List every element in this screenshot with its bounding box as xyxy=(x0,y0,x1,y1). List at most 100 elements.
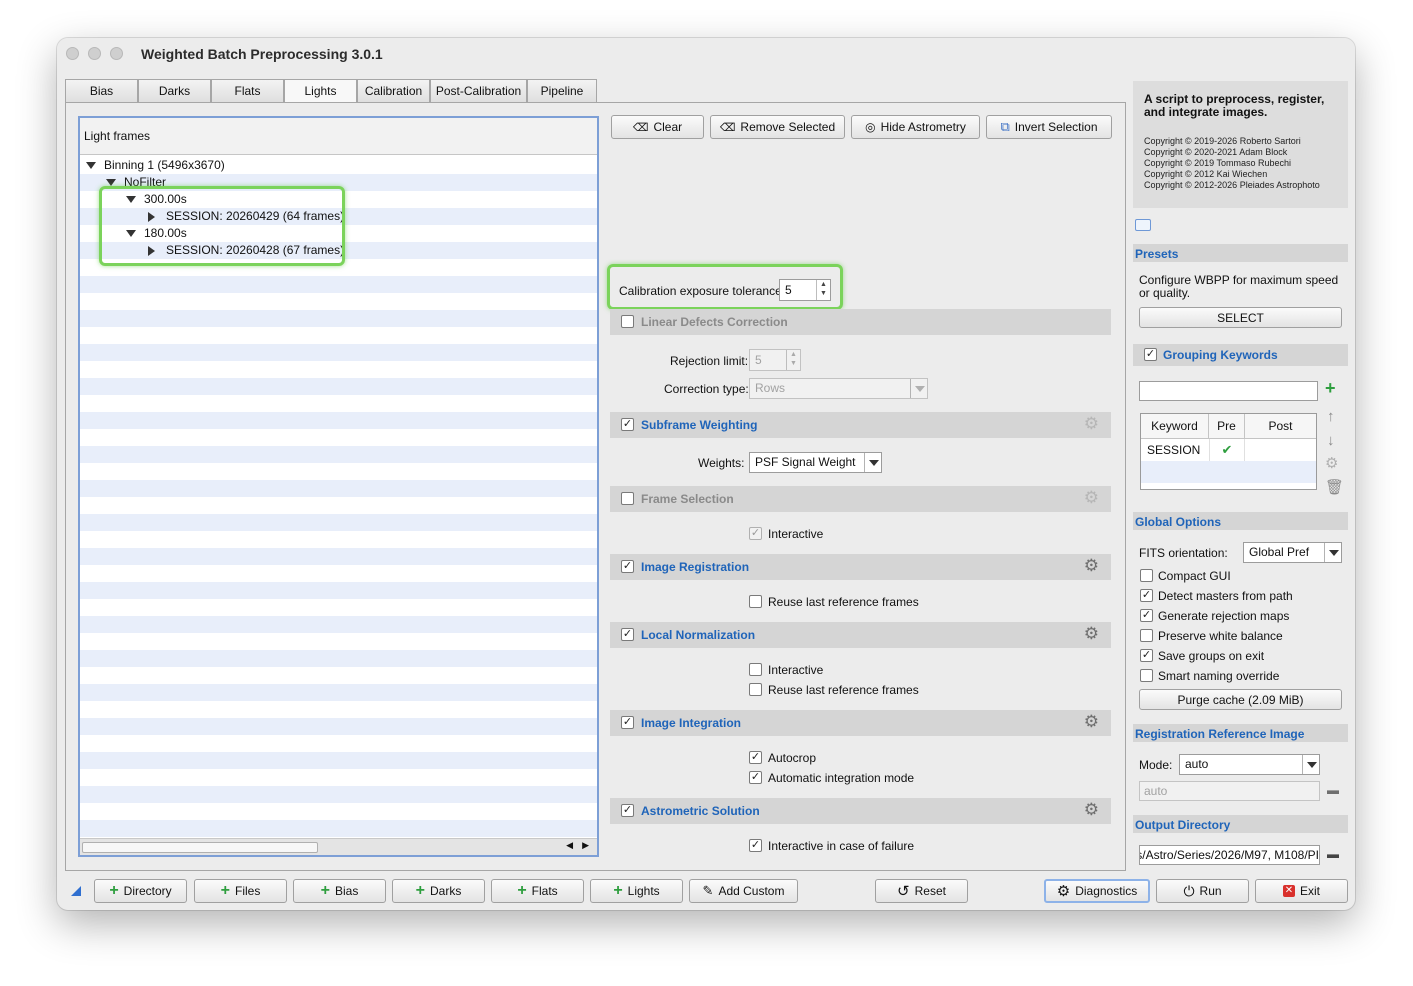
save-groups-checkbox[interactable]: ✓ xyxy=(1140,649,1153,662)
light-frames-tree[interactable]: Light frames Binning 1 (5496x3670) NoFil… xyxy=(78,116,599,857)
scroll-right-icon[interactable]: ▶ xyxy=(582,840,589,851)
add-directory-button[interactable]: + Directory xyxy=(94,879,187,903)
astrometric-solution-checkbox[interactable]: ✓ xyxy=(621,804,634,817)
tree-node-binning[interactable]: Binning 1 (5496x3670) xyxy=(80,157,597,174)
interactive-failure-checkbox[interactable]: ✓ xyxy=(749,839,762,852)
gear-icon[interactable]: ⚙ xyxy=(1084,801,1099,819)
tab-bias[interactable]: Bias xyxy=(65,79,138,103)
frame-selection-interactive-checkbox[interactable]: ✓ xyxy=(749,527,762,540)
chevron-down-icon xyxy=(1324,543,1341,562)
registration-reuse-checkbox[interactable] xyxy=(749,595,762,608)
frame-selection-checkbox[interactable] xyxy=(621,492,634,505)
image-registration-checkbox[interactable]: ✓ xyxy=(621,560,634,573)
image-integration-checkbox[interactable]: ✓ xyxy=(621,716,634,729)
local-normalization-checkbox[interactable]: ✓ xyxy=(621,628,634,641)
linear-defects-checkbox[interactable] xyxy=(621,315,634,328)
tab-pipeline[interactable]: Pipeline xyxy=(527,79,597,103)
gear-icon[interactable]: ⚙ xyxy=(1084,489,1099,507)
tree-node-exposure-180[interactable]: 180.00s xyxy=(80,225,597,242)
tolerance-spinner[interactable]: 5 ▲ ▼ xyxy=(779,279,831,301)
autocrop-checkbox[interactable]: ✓ xyxy=(749,751,762,764)
scroll-left-icon[interactable]: ◀ xyxy=(566,840,573,851)
comment-icon[interactable] xyxy=(1135,219,1151,231)
smart-naming-checkbox[interactable] xyxy=(1140,669,1153,682)
tab-lights[interactable]: Lights xyxy=(284,79,357,104)
tab-flats[interactable]: Flats xyxy=(211,79,284,103)
folder-icon[interactable]: ▬ xyxy=(1327,847,1339,862)
auto-integration-mode-checkbox[interactable]: ✓ xyxy=(749,771,762,784)
reference-image-path[interactable]: auto xyxy=(1139,781,1320,801)
expand-arrow-icon[interactable] xyxy=(126,196,136,204)
add-custom-button[interactable]: ✎ Add Custom xyxy=(689,879,798,903)
collapsed-arrow-icon[interactable] xyxy=(148,245,155,256)
col-header-keyword[interactable]: Keyword xyxy=(1141,414,1209,439)
correction-type-select[interactable]: Rows xyxy=(749,378,928,399)
tab-calibration[interactable]: Calibration xyxy=(357,79,430,103)
tab-post-calibration[interactable]: Post-Calibration xyxy=(430,79,527,103)
spinner-arrows-icon[interactable]: ▲ ▼ xyxy=(816,280,830,300)
add-bias-button[interactable]: + Bias xyxy=(293,879,386,903)
reset-button[interactable]: ↺ Reset xyxy=(875,879,968,903)
gear-icon[interactable]: ⚙ xyxy=(1084,415,1099,433)
subframe-weighting-checkbox[interactable]: ✓ xyxy=(621,418,634,431)
add-lights-button[interactable]: + Lights xyxy=(590,879,683,903)
add-darks-button[interactable]: + Darks xyxy=(392,879,485,903)
resize-grip-icon[interactable] xyxy=(71,886,81,896)
trash-icon[interactable]: 🗑 xyxy=(1325,480,1344,495)
output-directory-input[interactable]: s/Astro/Series/2026/M97, M108/PI xyxy=(1139,845,1320,865)
frame-selection-section: Frame Selection ⚙ xyxy=(610,486,1111,512)
add-files-button[interactable]: + Files xyxy=(194,879,287,903)
minimize-window-button[interactable] xyxy=(88,47,101,60)
col-header-post[interactable]: Post xyxy=(1245,414,1316,439)
diagnostics-button[interactable]: ⚙ Diagnostics xyxy=(1044,879,1150,903)
add-keyword-icon[interactable]: + xyxy=(1325,379,1336,397)
rejection-limit-spinner[interactable]: 5 ▲ ▼ xyxy=(749,349,801,371)
grouping-keywords-checkbox[interactable]: ✓ xyxy=(1144,348,1157,361)
keywords-table[interactable]: Keyword Pre Post SESSION ✔ xyxy=(1140,413,1317,490)
arrow-up-icon[interactable]: ↑ xyxy=(1327,409,1335,424)
tree-node-filter[interactable]: NoFilter xyxy=(80,174,597,191)
run-button[interactable]: ⏻ Run xyxy=(1156,879,1249,903)
tree-horizontal-scrollbar[interactable]: ◀ ▶ xyxy=(80,838,597,855)
zoom-window-button[interactable] xyxy=(110,47,123,60)
keyword-input[interactable] xyxy=(1139,381,1318,401)
copyright-line: Copyright © 2012 Kai Wiechen xyxy=(1144,169,1268,179)
tab-darks[interactable]: Darks xyxy=(138,79,211,103)
tree-node-exposure-300[interactable]: 300.00s xyxy=(80,191,597,208)
purge-cache-button[interactable]: Purge cache (2.09 MiB) xyxy=(1139,689,1342,710)
tree-node-session-20260429[interactable]: SESSION: 20260429 (64 frames) xyxy=(80,208,597,225)
weights-select[interactable]: PSF Signal Weight xyxy=(749,452,882,473)
col-header-pre[interactable]: Pre xyxy=(1209,414,1245,439)
expand-arrow-icon[interactable] xyxy=(86,162,96,170)
gear-icon[interactable]: ⚙ xyxy=(1084,713,1099,731)
table-row[interactable]: SESSION ✔ xyxy=(1141,439,1316,461)
scrollbar-thumb[interactable] xyxy=(82,842,318,853)
tree-node-session-20260428[interactable]: SESSION: 20260428 (67 frames) xyxy=(80,242,597,259)
add-flats-button[interactable]: + Flats xyxy=(491,879,584,903)
expand-arrow-icon[interactable] xyxy=(106,179,116,187)
ln-interactive-checkbox[interactable] xyxy=(749,663,762,676)
pre-check-icon[interactable]: ✔ xyxy=(1209,439,1245,461)
hide-astrometry-button[interactable]: ◎ Hide Astrometry xyxy=(851,115,980,139)
reference-mode-select[interactable]: auto xyxy=(1179,754,1320,775)
gear-icon[interactable]: ⚙ xyxy=(1084,557,1099,575)
preserve-white-checkbox[interactable] xyxy=(1140,629,1153,642)
collapsed-arrow-icon[interactable] xyxy=(148,211,155,222)
clear-button[interactable]: ⌫ Clear xyxy=(611,115,704,139)
folder-icon[interactable]: ▬ xyxy=(1327,783,1339,798)
spinner-arrows-icon[interactable]: ▲ ▼ xyxy=(786,350,800,370)
expand-arrow-icon[interactable] xyxy=(126,230,136,238)
exit-button[interactable]: ✕ Exit xyxy=(1255,879,1348,903)
gear-icon[interactable]: ⚙ xyxy=(1325,456,1338,471)
preset-select-button[interactable]: SELECT xyxy=(1139,307,1342,328)
close-window-button[interactable] xyxy=(66,47,79,60)
gear-icon[interactable]: ⚙ xyxy=(1084,625,1099,643)
remove-selected-button[interactable]: ⌫ Remove Selected xyxy=(710,115,845,139)
fits-orientation-select[interactable]: Global Pref xyxy=(1243,542,1342,563)
compact-gui-checkbox[interactable] xyxy=(1140,569,1153,582)
ln-reuse-checkbox[interactable] xyxy=(749,683,762,696)
arrow-down-icon[interactable]: ↓ xyxy=(1327,433,1335,448)
detect-masters-checkbox[interactable]: ✓ xyxy=(1140,589,1153,602)
generate-rejection-checkbox[interactable]: ✓ xyxy=(1140,609,1153,622)
invert-selection-button[interactable]: ⧉ Invert Selection xyxy=(986,115,1112,139)
